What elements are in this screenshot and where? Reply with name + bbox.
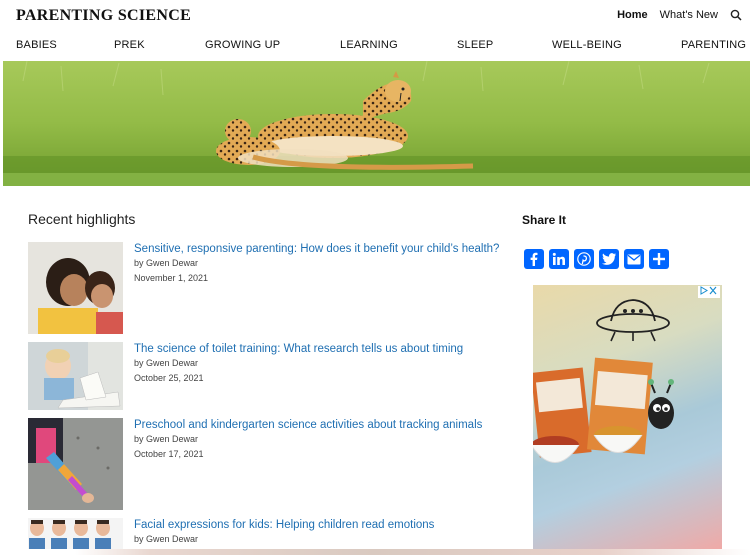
share-plus-icon[interactable] [649, 249, 669, 269]
article-thumbnail[interactable] [28, 342, 123, 410]
nav-item-well-being[interactable]: WELL-BEING [552, 39, 622, 51]
article-title-link[interactable]: The science of toilet training: What res… [134, 342, 504, 356]
pinterest-icon[interactable] [574, 249, 594, 269]
article-thumbnail[interactable] [28, 242, 123, 334]
article-author: by Gwen Dewar [134, 434, 199, 444]
article-author: by Gwen Dewar [134, 258, 199, 268]
adchoices-icon[interactable] [698, 286, 720, 298]
article-author: by Gwen Dewar [134, 534, 199, 544]
list-item: Sensitive, responsive parenting: How doe… [28, 242, 499, 334]
search-icon[interactable] [730, 9, 742, 21]
article-date: October 17, 2021 [134, 449, 204, 459]
share-title: Share It [522, 213, 567, 227]
main-nav: BABIES PREK GROWING UP LEARNING SLEEP WE… [0, 39, 750, 57]
article-date: October 25, 2021 [134, 373, 204, 383]
article-date: November 1, 2021 [134, 273, 209, 283]
nav-item-parenting[interactable]: PARENTING [681, 39, 746, 51]
whats-new-link[interactable]: What's New [660, 9, 718, 21]
section-title: Recent highlights [28, 211, 136, 227]
hero-image [3, 61, 750, 186]
email-icon[interactable] [624, 249, 644, 269]
site-logo[interactable]: PARENTING SCIENCE [16, 7, 191, 25]
nav-item-sleep[interactable]: SLEEP [457, 39, 493, 51]
nav-item-babies[interactable]: BABIES [16, 39, 57, 51]
bottom-ad-strip [0, 549, 750, 555]
list-item: Preschool and kindergarten science activ… [28, 418, 498, 510]
top-links: Home What's New [617, 9, 742, 21]
list-item: The science of toilet training: What res… [28, 342, 498, 410]
twitter-icon[interactable] [599, 249, 619, 269]
article-title-link[interactable]: Facial expressions for kids: Helping chi… [134, 518, 504, 532]
advertisement[interactable] [533, 285, 722, 550]
home-link[interactable]: Home [617, 9, 648, 21]
article-thumbnail[interactable] [28, 418, 123, 510]
site-header: PARENTING SCIENCE Home What's New [0, 0, 750, 34]
linkedin-icon[interactable] [549, 249, 569, 269]
article-author: by Gwen Dewar [134, 358, 199, 368]
article-title-link[interactable]: Preschool and kindergarten science activ… [134, 418, 504, 432]
article-title-link[interactable]: Sensitive, responsive parenting: How doe… [134, 242, 504, 256]
facebook-icon[interactable] [524, 249, 544, 269]
nav-item-prek[interactable]: PREK [114, 39, 145, 51]
nav-item-learning[interactable]: LEARNING [340, 39, 398, 51]
share-buttons [524, 249, 669, 269]
nav-item-growing-up[interactable]: GROWING UP [205, 39, 280, 51]
